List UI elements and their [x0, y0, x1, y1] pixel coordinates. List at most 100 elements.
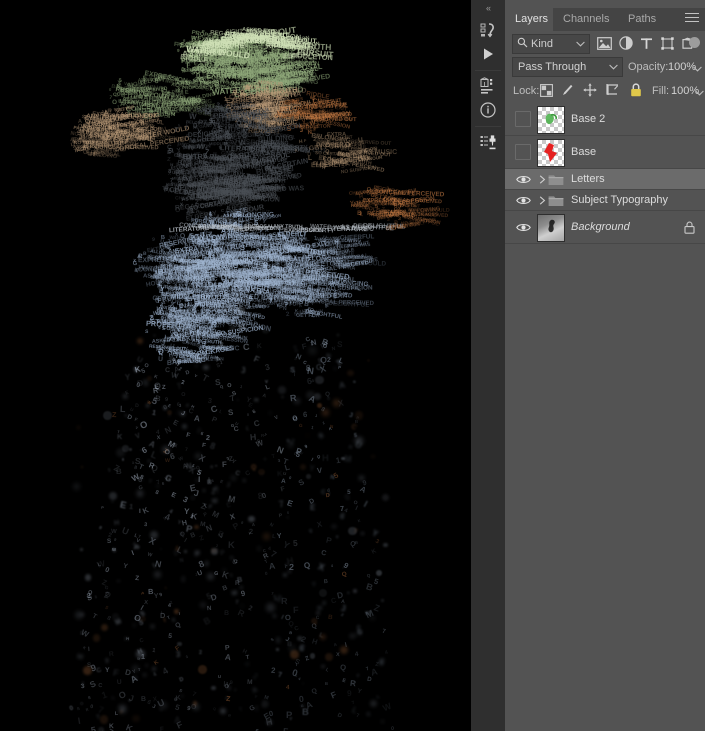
artwork-glyph: X — [147, 535, 158, 547]
artwork-glyph: HONOUR — [193, 284, 214, 291]
artwork-glyph: ASKED EXIT — [195, 181, 229, 194]
filter-adjustment-icon[interactable] — [617, 35, 634, 51]
artwork-glyph: TASTE — [255, 109, 276, 119]
artwork-glyph: 7 — [385, 214, 389, 220]
visibility-toggle[interactable] — [513, 103, 533, 135]
artwork-glyph: Z — [100, 577, 109, 588]
artwork-glyph: ANY TRUTH — [167, 248, 203, 257]
artwork-glyph: Z — [112, 462, 122, 474]
artwork-glyph: K — [124, 100, 128, 107]
artwork-glyph: ELDERLY — [75, 142, 101, 154]
artwork-glyph: ASKED EXIT — [186, 262, 232, 280]
filter-shape-icon[interactable] — [659, 35, 676, 51]
artwork-glyph: C — [304, 336, 311, 344]
artwork-glyph: 2 — [168, 599, 173, 605]
artwork-glyph: O — [344, 141, 351, 149]
artwork-glyph: RIDDLE — [122, 127, 145, 135]
artwork-glyph: K — [237, 33, 245, 43]
tab-paths[interactable]: Paths — [618, 8, 667, 31]
artwork-glyph: P — [228, 323, 237, 335]
artwork-glyph: 0 — [321, 600, 327, 608]
artwork-glyph: A — [203, 269, 209, 276]
artwork-glyph: W — [95, 558, 106, 571]
artwork-glyph: Y — [147, 478, 153, 486]
panel-menu-icon[interactable] — [685, 13, 699, 26]
artwork-glyph: 2 — [254, 124, 259, 132]
artwork-glyph: CONCEAL PERCEIVED — [307, 258, 374, 278]
layer-list[interactable]: Base 2 Base Letters Subject Typography B… — [505, 103, 705, 255]
artwork-glyph: O — [174, 207, 180, 215]
artwork-glyph: 5 — [225, 144, 230, 152]
artwork-glyph: GET FOR — [259, 258, 291, 269]
artwork-glyph: Y — [164, 476, 170, 484]
artwork-speck — [248, 515, 255, 523]
artwork-glyph: HONOUR — [235, 102, 256, 110]
artwork-glyph: NO SUSPICION — [259, 62, 305, 75]
artwork-glyph: NO SUSPICION — [70, 130, 111, 144]
filter-pixel-icon[interactable] — [596, 35, 613, 51]
visibility-toggle[interactable] — [513, 211, 533, 243]
artwork-glyph: CONCEAL PERCEIVED — [112, 85, 168, 99]
artwork-glyph: X — [174, 232, 179, 239]
artwork-glyph: RESERVED OUT — [224, 52, 263, 59]
filter-type-icon[interactable] — [638, 35, 655, 51]
artwork-glyph: U — [293, 116, 299, 124]
artwork-glyph: 2 — [229, 149, 234, 158]
info-icon[interactable] — [476, 98, 500, 122]
filter-enable-toggle[interactable] — [689, 37, 700, 48]
artwork-glyph: M — [133, 129, 140, 137]
artwork-glyph: S — [298, 298, 304, 307]
artwork-glyph: V — [217, 190, 222, 197]
collapse-panels-button[interactable]: « — [471, 0, 505, 16]
artwork-glyph: ALLOWING — [246, 303, 270, 311]
artwork-glyph: 2 — [154, 269, 159, 276]
artwork-glyph: PROPOSAL — [213, 155, 256, 170]
artwork-glyph: ALLOWING — [265, 35, 311, 51]
tab-layers[interactable]: Layers — [505, 8, 559, 31]
lock-all-icon[interactable] — [628, 82, 644, 98]
lock-position-icon[interactable] — [582, 82, 598, 98]
opacity-chevron-down-icon[interactable] — [693, 63, 702, 75]
artwork-glyph: E — [262, 295, 268, 303]
history-icon[interactable] — [476, 18, 500, 42]
image-canvas[interactable]: ALLOWING J L J 0 WATER WOULD H B T BUILDING NO SUS… — [0, 0, 471, 731]
artwork-glyph: 2 — [166, 239, 171, 246]
visibility-toggle[interactable] — [513, 136, 533, 168]
table-row[interactable]: Subject Typography — [505, 190, 705, 211]
artwork-glyph: ASKED EXIT — [202, 214, 245, 228]
opacity-value[interactable]: 100% — [668, 61, 696, 73]
tab-channels[interactable]: Channels — [553, 8, 620, 31]
fill-chevron-down-icon[interactable] — [695, 87, 704, 99]
layer-comps-icon[interactable] — [476, 130, 500, 154]
artwork-glyph: D — [249, 61, 256, 72]
visibility-toggle[interactable] — [513, 169, 533, 189]
layer-filter-row: Kind — [505, 31, 705, 55]
table-row[interactable]: Letters — [505, 169, 705, 190]
artwork-glyph: J — [339, 157, 343, 165]
artwork-glyph: B — [365, 580, 375, 593]
properties-icon[interactable] — [476, 74, 500, 98]
lock-transparency-icon[interactable] — [538, 82, 554, 98]
table-row[interactable]: Base 2 — [505, 103, 705, 136]
lock-image-icon[interactable] — [560, 82, 576, 98]
table-row[interactable]: Background — [505, 211, 705, 244]
artwork-glyph: F — [72, 139, 78, 147]
artwork-glyph: REGARD WAS — [372, 184, 416, 199]
visibility-toggle[interactable] — [513, 190, 533, 210]
artwork-glyph: H — [310, 636, 319, 647]
artwork-glyph: 6 — [229, 572, 234, 579]
blend-mode-select[interactable]: Pass Through — [512, 57, 623, 77]
artwork-glyph: Z — [245, 60, 252, 71]
artwork-glyph: BELONGING — [121, 111, 161, 121]
filter-kind-select[interactable]: Kind — [512, 34, 590, 54]
artwork-glyph: RIDDLE — [209, 220, 238, 230]
table-row[interactable]: Base — [505, 136, 705, 169]
artwork-glyph: Q — [235, 119, 243, 128]
play-icon[interactable] — [476, 42, 500, 66]
artwork-glyph: PACKAGES — [202, 166, 229, 173]
artwork-speck — [375, 569, 383, 576]
artwork-glyph: 7 — [268, 156, 272, 162]
layer-locked-icon[interactable] — [684, 211, 695, 243]
artwork-glyph: 2 — [289, 561, 295, 572]
lock-artboard-icon[interactable] — [604, 82, 620, 98]
